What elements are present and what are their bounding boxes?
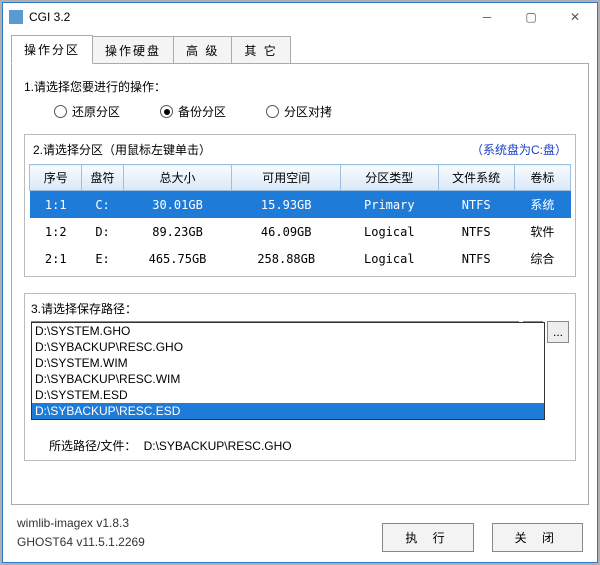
step2-label: 2.请选择分区（用鼠标左键单击） — [33, 141, 211, 158]
save-path-dropdown-list: D:\SYSTEM.GHOD:\SYBACKUP\RESC.GHOD:\SYST… — [31, 322, 545, 420]
tab-advanced[interactable]: 高 级 — [173, 36, 232, 64]
system-disk-hint: （系统盘为C:盘） — [471, 141, 567, 158]
maximize-button[interactable]: ▢ — [509, 3, 553, 31]
operation-radio-group: 还原分区 备份分区 分区对拷 — [54, 103, 576, 120]
app-icon — [9, 10, 23, 24]
dropdown-option[interactable]: D:\SYSTEM.ESD — [32, 387, 544, 403]
table-row[interactable]: 2:1E:465.75GB258.88GBLogicalNTFS综合 — [30, 245, 571, 272]
minimize-button[interactable]: ─ — [465, 3, 509, 31]
chosen-path-row: 所选路径/文件： D:\SYBACKUP\RESC.GHO — [49, 437, 569, 454]
col-total[interactable]: 总大小 — [123, 165, 232, 191]
dropdown-option[interactable]: D:\SYBACKUP\RESC.ESD — [32, 403, 544, 419]
partition-table: 序号 盘符 总大小 可用空间 分区类型 文件系统 卷标 1:1C:30.01GB… — [29, 164, 571, 272]
close-window-button[interactable]: ✕ — [553, 3, 597, 31]
browse-button[interactable]: ... — [547, 321, 569, 343]
dropdown-option[interactable]: D:\SYSTEM.WIM — [32, 355, 544, 371]
step1-label: 1.请选择您要进行的操作： — [24, 78, 576, 95]
col-free[interactable]: 可用空间 — [232, 165, 341, 191]
col-ptype[interactable]: 分区类型 — [341, 165, 438, 191]
app-window: CGI 3.2 ─ ▢ ✕ 操作分区 操作硬盘 高 级 其 它 1.请选择您要进… — [2, 2, 598, 563]
dropdown-option[interactable]: D:\SYBACKUP\RESC.WIM — [32, 371, 544, 387]
step3-label: 3.请选择保存路径： — [31, 300, 569, 317]
radio-backup-partition[interactable]: 备份分区 — [160, 103, 226, 120]
execute-button[interactable]: 执 行 — [382, 523, 473, 552]
table-row[interactable]: 1:1C:30.01GB15.93GBPrimaryNTFS系统 — [30, 191, 571, 219]
col-label[interactable]: 卷标 — [514, 165, 570, 191]
tab-bar: 操作分区 操作硬盘 高 级 其 它 — [3, 31, 597, 64]
tab-partition-ops[interactable]: 操作分区 — [11, 35, 93, 64]
close-button[interactable]: 关 闭 — [492, 523, 583, 552]
version-info: wimlib-imagex v1.8.3 GHOST64 v11.5.1.226… — [17, 514, 382, 552]
tab-other[interactable]: 其 它 — [231, 36, 290, 64]
main-panel: 1.请选择您要进行的操作： 还原分区 备份分区 分区对拷 2.请选择分区（用鼠标… — [11, 63, 589, 505]
col-fs[interactable]: 文件系统 — [438, 165, 514, 191]
footer: wimlib-imagex v1.8.3 GHOST64 v11.5.1.226… — [3, 512, 597, 562]
dropdown-option[interactable]: D:\SYBACKUP\RESC.GHO — [32, 339, 544, 355]
window-title: CGI 3.2 — [29, 10, 465, 24]
radio-partition-copy[interactable]: 分区对拷 — [266, 103, 332, 120]
radio-restore-partition[interactable]: 还原分区 — [54, 103, 120, 120]
tab-disk-ops[interactable]: 操作硬盘 — [92, 36, 174, 64]
table-row[interactable]: 1:2D:89.23GB46.09GBLogicalNTFS软件 — [30, 218, 571, 245]
dropdown-option[interactable]: D:\SYSTEM.GHO — [32, 323, 544, 339]
col-drive[interactable]: 盘符 — [82, 165, 123, 191]
col-no[interactable]: 序号 — [30, 165, 82, 191]
save-path-section: 3.请选择保存路径： ⌄ ... D:\SYSTEM.GHOD:\SYBACKU… — [24, 293, 576, 461]
titlebar: CGI 3.2 ─ ▢ ✕ — [3, 3, 597, 31]
partition-section: 2.请选择分区（用鼠标左键单击） （系统盘为C:盘） 序号 盘符 总大小 可用空… — [24, 134, 576, 277]
chosen-path-value: D:\SYBACKUP\RESC.GHO — [144, 439, 292, 453]
